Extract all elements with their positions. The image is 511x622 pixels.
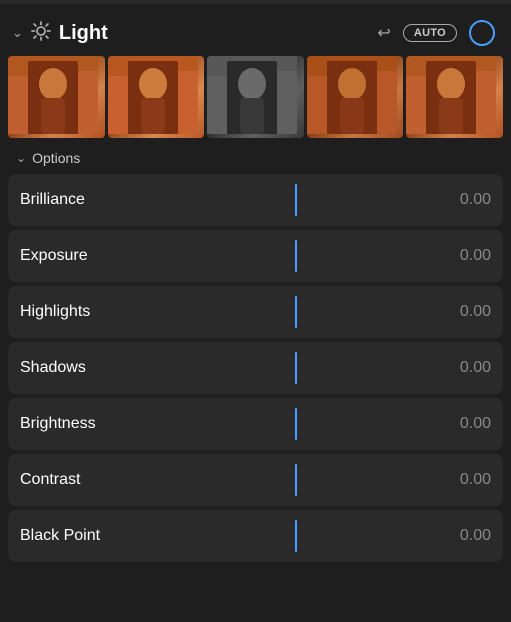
mode-toggle-button[interactable] — [469, 20, 495, 46]
brightness-track[interactable] — [160, 398, 431, 450]
black-point-handle — [295, 520, 297, 552]
highlights-label: Highlights — [20, 303, 160, 321]
exposure-handle — [295, 240, 297, 272]
exposure-track[interactable] — [160, 230, 431, 282]
brilliance-track[interactable] — [160, 174, 431, 226]
black-point-label: Black Point — [20, 527, 160, 545]
sun-icon — [31, 21, 51, 46]
panel-header: ⌄ Light ↩ AUTO — [0, 8, 511, 56]
contrast-row[interactable]: Contrast 0.00 — [8, 454, 503, 506]
options-header: ⌄ Options — [0, 146, 511, 174]
light-panel: ⌄ Light ↩ AUTO — [0, 0, 511, 622]
brightness-row[interactable]: Brightness 0.00 — [8, 398, 503, 450]
highlights-value: 0.00 — [431, 303, 491, 321]
top-divider — [0, 0, 511, 4]
brightness-handle — [295, 408, 297, 440]
brilliance-handle — [295, 184, 297, 216]
options-label: Options — [32, 150, 80, 166]
undo-icon[interactable]: ↩ — [377, 23, 390, 43]
shadows-label: Shadows — [20, 359, 160, 377]
panel-title: Light — [59, 22, 370, 45]
preview-frame-1[interactable] — [8, 56, 105, 138]
preview-frame-3[interactable] — [207, 56, 304, 138]
preview-frame-5[interactable] — [406, 56, 503, 138]
options-chevron-icon[interactable]: ⌄ — [16, 151, 26, 165]
contrast-handle — [295, 464, 297, 496]
highlights-track[interactable] — [160, 286, 431, 338]
shadows-row[interactable]: Shadows 0.00 — [8, 342, 503, 394]
brilliance-value: 0.00 — [431, 191, 491, 209]
contrast-value: 0.00 — [431, 471, 491, 489]
preview-strip — [0, 56, 511, 146]
highlights-row[interactable]: Highlights 0.00 — [8, 286, 503, 338]
preview-frame-4[interactable] — [307, 56, 404, 138]
exposure-value: 0.00 — [431, 247, 491, 265]
exposure-label: Exposure — [20, 247, 160, 265]
black-point-value: 0.00 — [431, 527, 491, 545]
contrast-label: Contrast — [20, 471, 160, 489]
shadows-value: 0.00 — [431, 359, 491, 377]
brightness-label: Brightness — [20, 415, 160, 433]
shadows-track[interactable] — [160, 342, 431, 394]
brilliance-label: Brilliance — [20, 191, 160, 209]
black-point-row[interactable]: Black Point 0.00 — [8, 510, 503, 562]
highlights-handle — [295, 296, 297, 328]
exposure-row[interactable]: Exposure 0.00 — [8, 230, 503, 282]
shadows-handle — [295, 352, 297, 384]
brilliance-row[interactable]: Brilliance 0.00 — [8, 174, 503, 226]
auto-button[interactable]: AUTO — [403, 24, 457, 42]
black-point-track[interactable] — [160, 510, 431, 562]
preview-frame-2[interactable] — [108, 56, 205, 138]
brightness-value: 0.00 — [431, 415, 491, 433]
sliders-container: Brilliance 0.00 Exposure 0.00 Highlights… — [0, 174, 511, 622]
contrast-track[interactable] — [160, 454, 431, 506]
collapse-chevron-icon[interactable]: ⌄ — [12, 25, 23, 41]
